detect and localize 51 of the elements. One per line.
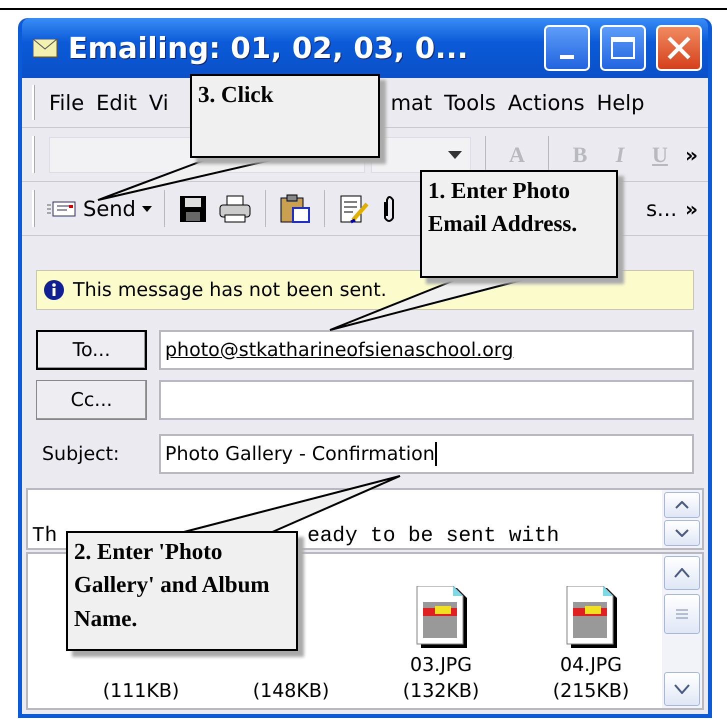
- size-combo[interactable]: [371, 136, 471, 172]
- menu-item[interactable]: Help: [590, 90, 650, 114]
- envelope-icon: [47, 198, 77, 218]
- minimize-icon: [560, 55, 574, 59]
- scroll-thumb[interactable]: [664, 594, 700, 634]
- callout-box: 3. Click: [190, 74, 380, 158]
- send-button[interactable]: Send: [43, 192, 156, 224]
- caret-icon: [142, 206, 152, 212]
- check-names-icon[interactable]: [338, 194, 369, 224]
- paste-icon[interactable]: [280, 194, 310, 224]
- address-field[interactable]: [159, 380, 694, 420]
- maximize-button[interactable]: [600, 25, 646, 71]
- dropdown-arrow-icon: [448, 150, 462, 158]
- attachment-size: (148KB): [252, 680, 330, 702]
- maximize-icon: [610, 36, 636, 60]
- toolbar-overflow[interactable]: »: [685, 196, 698, 220]
- attachment-name[interactable]: 04.JPG: [560, 654, 622, 676]
- close-button[interactable]: [656, 25, 702, 71]
- body-text: Th: [32, 525, 58, 548]
- menu-item[interactable]: Vi: [142, 90, 175, 114]
- toolbar-label[interactable]: s...: [646, 196, 678, 220]
- address-button[interactable]: To...: [36, 330, 147, 370]
- menu-item[interactable]: Tools: [438, 90, 502, 114]
- attachment-name[interactable]: 03.JPG: [410, 654, 472, 676]
- menu-item[interactable]: mat: [384, 90, 438, 114]
- print-icon[interactable]: [218, 194, 251, 222]
- menu-item[interactable]: Edit: [90, 90, 143, 114]
- scroll-down-button[interactable]: [664, 520, 700, 546]
- window-title: Emailing: 01, 02, 03, 0...: [68, 31, 470, 65]
- scroll-up-button[interactable]: [664, 492, 700, 518]
- info-text: This message has not been sent.: [73, 279, 387, 301]
- close-icon: [666, 35, 692, 61]
- menu-item[interactable]: Actions: [502, 90, 591, 114]
- scroll-down-button[interactable]: [664, 672, 700, 706]
- save-icon[interactable]: [178, 194, 207, 222]
- subject-label: Subject:: [41, 443, 120, 465]
- scroll-up-button[interactable]: [664, 556, 700, 590]
- address-field[interactable]: photo@stkatharineofsienaschool.org: [159, 330, 694, 370]
- info-icon: [43, 279, 65, 301]
- envelope-icon: [32, 38, 58, 58]
- menu-item[interactable]: File: [43, 90, 90, 114]
- minimize-button[interactable]: [544, 25, 590, 71]
- attachment-size: (111KB): [102, 680, 180, 702]
- grip-icon: [675, 608, 689, 620]
- body-text: eady to be sent with: [307, 525, 560, 548]
- attachment-size: (215KB): [552, 680, 630, 702]
- subject-field[interactable]: Photo Gallery - Confirmation: [159, 434, 694, 474]
- attachment-size: (132KB): [402, 680, 480, 702]
- callout-box: 1. Enter Photo Email Address.: [420, 170, 618, 278]
- address-button[interactable]: Cc...: [36, 380, 147, 420]
- toolbar-overflow[interactable]: »: [685, 142, 698, 166]
